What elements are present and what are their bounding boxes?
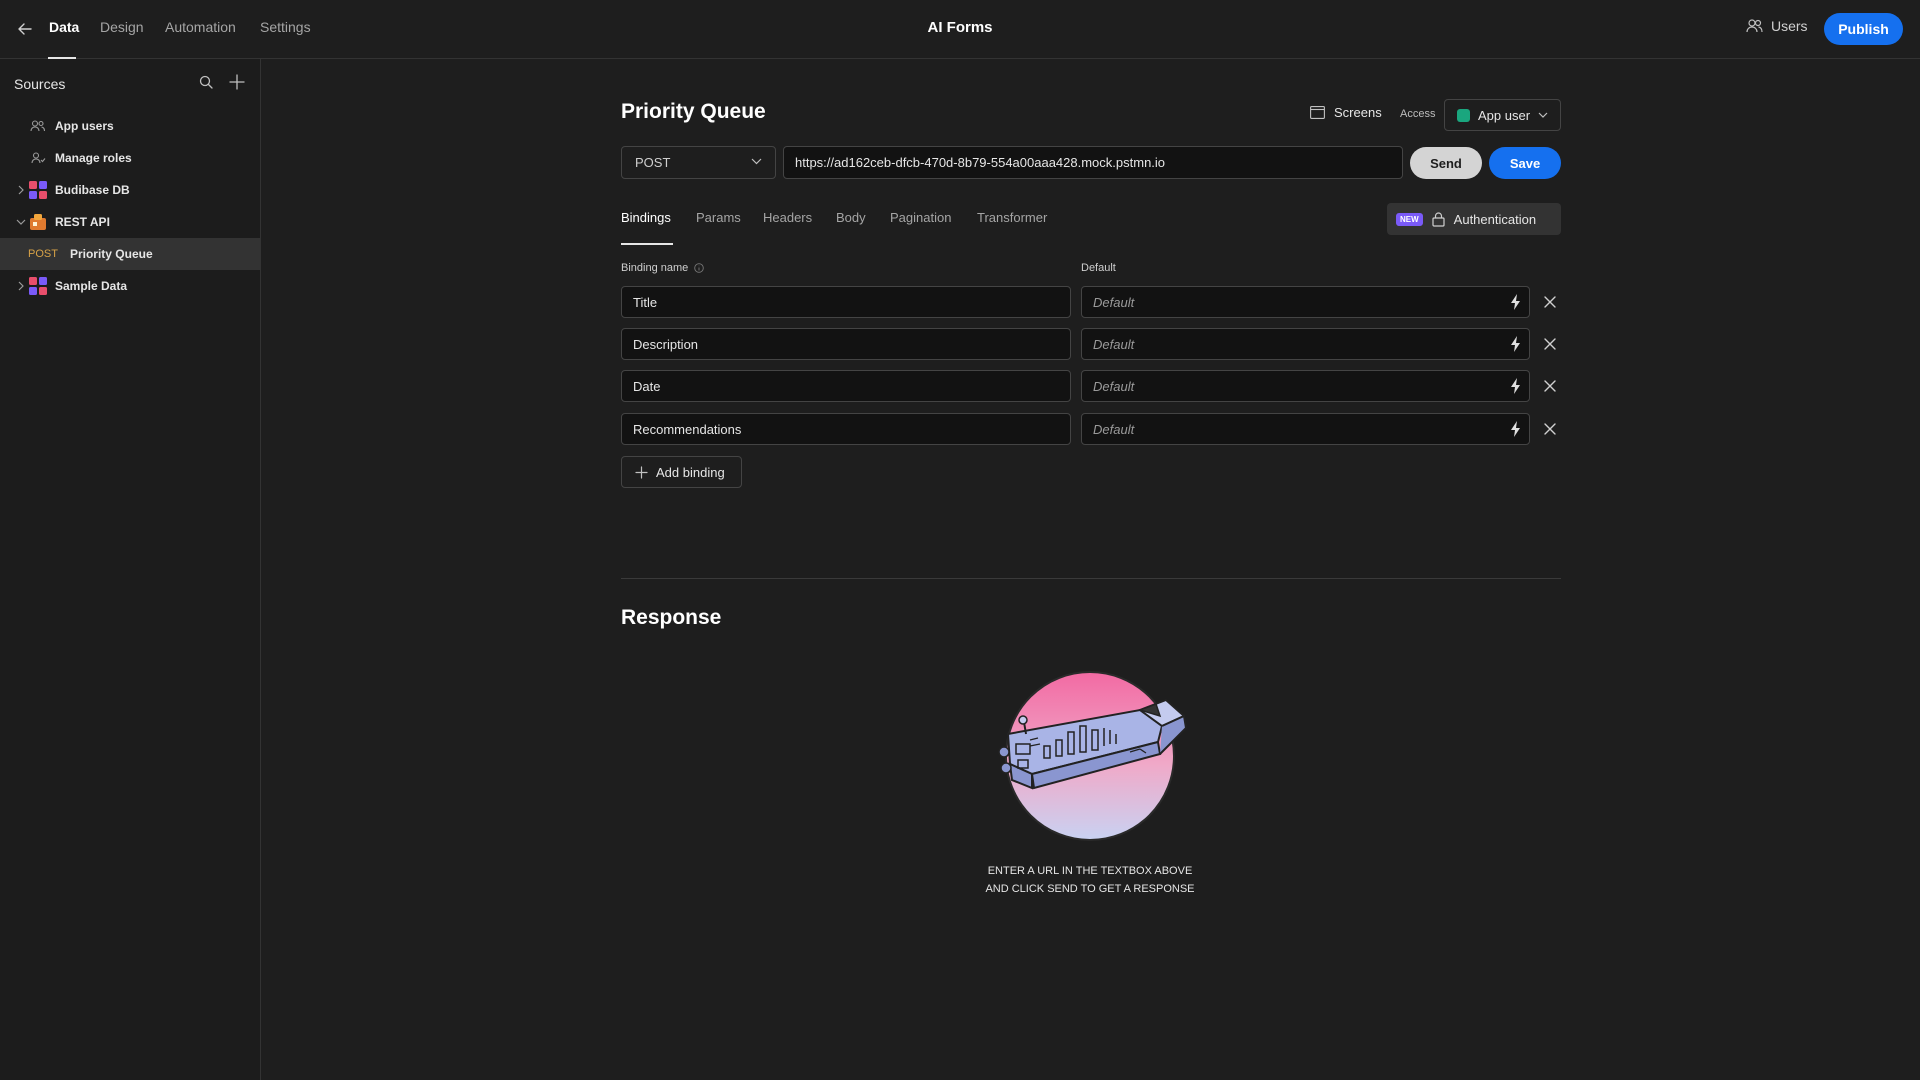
- tab-body[interactable]: Body: [836, 210, 866, 225]
- tab-transformer[interactable]: Transformer: [977, 210, 1047, 225]
- search-icon: [199, 75, 213, 89]
- binding-default-input[interactable]: [1081, 413, 1530, 445]
- lightning-icon[interactable]: [1509, 336, 1523, 352]
- chevron-down-icon: [751, 158, 762, 165]
- publish-button[interactable]: Publish: [1824, 13, 1903, 45]
- users-label: Users: [1771, 18, 1808, 34]
- budibase-db-icon: [28, 180, 48, 200]
- nav-tab-automation[interactable]: Automation: [165, 19, 236, 35]
- tab-pagination[interactable]: Pagination: [890, 210, 951, 225]
- add-source-button[interactable]: [229, 74, 245, 93]
- authentication-label: Authentication: [1453, 211, 1537, 227]
- method-tag: POST: [28, 248, 58, 260]
- users-icon: [1746, 19, 1763, 33]
- screen-icon: [1310, 106, 1325, 119]
- tab-headers[interactable]: Headers: [763, 210, 812, 225]
- sidebar-item-label: REST API: [55, 215, 110, 229]
- info-icon[interactable]: [694, 263, 705, 273]
- http-method-value: POST: [635, 155, 671, 170]
- query-title: Priority Queue: [621, 100, 766, 123]
- binding-name-header: Binding name: [621, 262, 705, 274]
- binding-name-header-text: Binding name: [621, 262, 689, 274]
- chevron-down-icon[interactable]: [14, 218, 28, 226]
- binding-name-input[interactable]: [621, 413, 1071, 445]
- sidebar-item-app-users[interactable]: App users: [0, 110, 260, 142]
- response-heading: Response: [621, 606, 722, 629]
- sidebar-item-label: Sample Data: [55, 279, 128, 293]
- spaceship-illustration: [998, 671, 1188, 841]
- sidebar-item-label: Priority Queue: [69, 247, 153, 261]
- lightning-icon[interactable]: [1509, 294, 1523, 310]
- sidebar-item-label: Budibase DB: [55, 183, 130, 197]
- users-icon: [28, 116, 48, 136]
- screens-button[interactable]: Screens: [1310, 105, 1382, 120]
- http-method-select[interactable]: POST: [621, 146, 776, 179]
- response-hint: Enter a URL in the textbox above and cli…: [940, 862, 1240, 898]
- plus-icon: [635, 465, 648, 479]
- add-binding-button[interactable]: Add binding: [621, 456, 742, 488]
- sidebar-item-budibase-db[interactable]: Budibase DB: [0, 174, 260, 206]
- access-role-value: App user: [1478, 107, 1531, 123]
- sidebar-item-rest-api[interactable]: REST API: [0, 206, 260, 238]
- chevron-right-icon[interactable]: [14, 185, 28, 195]
- tab-params[interactable]: Params: [696, 210, 741, 225]
- close-icon[interactable]: [1542, 336, 1558, 352]
- sidebar-item-label: App users: [55, 119, 114, 133]
- access-role-select[interactable]: App user: [1444, 99, 1561, 131]
- plus-icon: [229, 74, 245, 90]
- screens-label: Screens: [1334, 105, 1382, 120]
- sidebar-title: Sources: [14, 76, 66, 92]
- chevron-right-icon[interactable]: [14, 281, 28, 291]
- nav-tab-settings[interactable]: Settings: [260, 19, 311, 35]
- save-button[interactable]: Save: [1489, 147, 1561, 179]
- lightning-icon[interactable]: [1509, 378, 1523, 394]
- sidebar-item-manage-roles[interactable]: Manage roles: [0, 142, 260, 174]
- new-badge: NEW: [1396, 212, 1423, 226]
- lock-icon: [1432, 211, 1445, 227]
- chevron-down-icon: [1538, 112, 1548, 118]
- binding-name-input[interactable]: [621, 328, 1071, 360]
- top-bar: Data Design Automation Settings AI Forms…: [0, 0, 1920, 59]
- response-hint-line-1: Enter a URL in the textbox above: [987, 865, 1193, 877]
- role-color-dot: [1457, 108, 1470, 122]
- section-divider: [621, 578, 1561, 579]
- tab-bindings[interactable]: Bindings: [621, 210, 671, 225]
- close-icon[interactable]: [1542, 378, 1558, 394]
- active-tab-indicator: [621, 243, 673, 245]
- user-role-icon: [28, 148, 48, 168]
- send-button[interactable]: Send: [1410, 147, 1482, 179]
- binding-default-input[interactable]: [1081, 328, 1530, 360]
- sidebar-item-sample-data[interactable]: Sample Data: [0, 270, 260, 302]
- close-icon[interactable]: [1542, 294, 1558, 310]
- default-header: Default: [1081, 262, 1116, 274]
- binding-name-input[interactable]: [621, 370, 1071, 402]
- search-button[interactable]: [199, 75, 213, 92]
- lightning-icon[interactable]: [1509, 421, 1523, 437]
- sidebar-item-priority-queue[interactable]: POST Priority Queue: [0, 238, 260, 270]
- arrow-left-icon: [18, 23, 32, 35]
- binding-name-input[interactable]: [621, 286, 1071, 318]
- nav-tab-design[interactable]: Design: [100, 19, 144, 35]
- sources-sidebar: Sources App users Manage roles Budibase …: [0, 59, 261, 1080]
- add-binding-label: Add binding: [656, 464, 725, 480]
- binding-default-input[interactable]: [1081, 286, 1530, 318]
- rest-api-icon: [28, 212, 48, 232]
- access-label: Access: [1400, 108, 1436, 120]
- back-button[interactable]: [14, 18, 36, 40]
- sample-data-icon: [28, 276, 48, 296]
- response-hint-line-2: and click send to get a response: [985, 883, 1195, 895]
- users-button[interactable]: Users: [1746, 18, 1808, 34]
- nav-tab-data[interactable]: Data: [49, 19, 79, 35]
- close-icon[interactable]: [1542, 421, 1558, 437]
- binding-default-input[interactable]: [1081, 370, 1530, 402]
- sidebar-item-label: Manage roles: [55, 151, 132, 165]
- url-input[interactable]: [783, 146, 1403, 179]
- authentication-button[interactable]: NEW Authentication: [1387, 203, 1561, 235]
